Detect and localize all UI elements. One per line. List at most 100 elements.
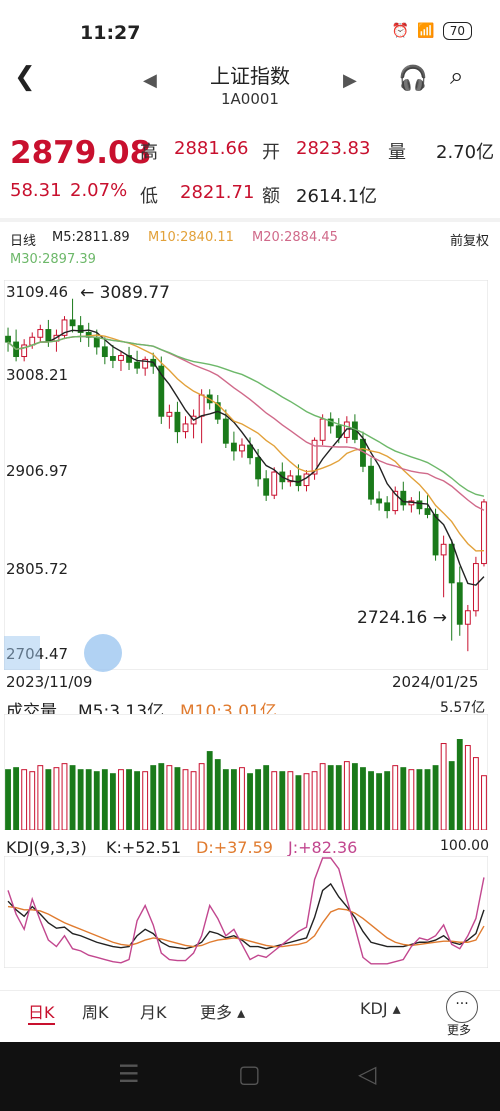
volume-bar: [311, 771, 318, 830]
axis-tick-3: 2906.97: [6, 462, 69, 480]
tab-month-k[interactable]: 月K: [140, 999, 167, 1023]
caret-up-icon: ▴: [237, 1003, 246, 1022]
volume-frame: [4, 714, 488, 830]
volume-bar: [77, 769, 84, 830]
volume-label: 量: [388, 142, 406, 163]
axis-tick-2: 3008.21: [6, 366, 69, 384]
volume-bar: [190, 771, 197, 830]
candle-down: [45, 329, 52, 342]
volume-bar: [255, 769, 262, 830]
battery-icon: 70: [442, 22, 472, 40]
volume-bar: [109, 773, 116, 830]
max-value: 3089.77: [99, 283, 170, 303]
candle-down: [101, 346, 108, 358]
volume-value: 2.70亿: [436, 142, 495, 163]
volume-bar: [295, 775, 302, 830]
volume-bar: [416, 769, 423, 830]
volume-bar: [239, 767, 245, 830]
price-change: 58.31: [10, 180, 62, 201]
expand-icon[interactable]: [84, 634, 122, 672]
volume-bar: [456, 739, 463, 830]
kdj-max: 100.00: [440, 838, 489, 854]
volume-bar: [448, 761, 455, 830]
header: ❮ ◀ 上证指数 1A0001 ▶ 🎧 ⌕: [0, 52, 500, 112]
candle-up: [464, 610, 471, 625]
candle-down: [335, 425, 342, 438]
volume-bar: [247, 773, 253, 830]
stock-code: 1A0001: [221, 90, 279, 108]
back-icon[interactable]: ◁: [358, 1060, 376, 1088]
candle-up: [166, 411, 173, 417]
volume-chart[interactable]: [4, 714, 488, 830]
ma10-label: M10:2840.11: [148, 230, 234, 245]
volume-bar: [174, 767, 181, 830]
ma5-label: M5:2811.89: [52, 230, 130, 245]
candle-up: [440, 543, 447, 556]
candle-down: [432, 513, 439, 556]
ma30-label: M30:2897.39: [10, 252, 96, 267]
volume-bar: [13, 767, 20, 830]
volume-bar: [335, 765, 342, 830]
system-nav-bar: ☰ ▢ ◁: [0, 1042, 500, 1111]
volume-bar: [368, 771, 374, 830]
candle-down: [222, 418, 229, 444]
kdj-d: D:+37.59: [196, 838, 273, 857]
date-start: 2023/11/09: [6, 673, 93, 691]
period-label[interactable]: 日线: [10, 230, 36, 249]
volume-bar: [230, 769, 237, 830]
more-icon[interactable]: ···: [446, 991, 478, 1023]
candle-up: [481, 501, 487, 565]
menu-icon[interactable]: ☰: [118, 1060, 140, 1088]
volume-bar: [376, 773, 383, 830]
tab-more-label: 更多: [200, 1003, 233, 1022]
candle-up: [182, 423, 189, 433]
candle-down: [400, 490, 407, 506]
volume-bar: [464, 745, 471, 830]
amount-value: 2614.1亿: [296, 186, 377, 207]
volume-bar: [472, 757, 479, 830]
volume-bar: [93, 771, 100, 830]
candle-down: [93, 336, 100, 348]
candle-up: [118, 355, 124, 361]
candle-down: [247, 444, 253, 459]
volume-bar: [29, 771, 36, 830]
candle-down: [230, 442, 237, 452]
volume-bar: [384, 771, 391, 830]
volume-bar: [319, 763, 326, 830]
candle-down: [255, 457, 262, 480]
candle-down: [384, 502, 391, 512]
candle-down: [368, 465, 374, 500]
next-stock-icon[interactable]: ▶: [343, 70, 357, 91]
caret-up-icon: ▴: [392, 999, 401, 1018]
customer-service-icon[interactable]: 🎧: [398, 64, 428, 92]
kdj-chart[interactable]: [4, 856, 488, 968]
volume-bar: [118, 769, 124, 830]
tab-more[interactable]: 更多 ▴: [200, 999, 245, 1023]
kdj-title[interactable]: KDJ(9,3,3): [6, 838, 87, 857]
divider: [0, 218, 500, 222]
crosshair-handle[interactable]: [4, 636, 40, 670]
tab-week-k[interactable]: 周K: [82, 999, 109, 1023]
period-tabs: 日K 周K 月K 更多 ▴ KDJ ▴ ··· 更多: [0, 990, 500, 1041]
candle-down: [134, 361, 141, 369]
candle-down: [5, 335, 11, 343]
more-label[interactable]: 更多: [447, 1021, 471, 1038]
volume-bar: [206, 751, 213, 830]
volume-bar: [271, 771, 278, 830]
adjust-toggle[interactable]: 前复权: [450, 230, 489, 249]
tab-indicator[interactable]: KDJ ▴: [360, 999, 401, 1018]
volume-bar: [214, 759, 221, 830]
search-icon[interactable]: ⌕: [450, 62, 463, 90]
home-icon[interactable]: ▢: [238, 1060, 261, 1088]
volume-bar: [126, 769, 132, 830]
candle-up: [319, 418, 326, 441]
kdj-j: J:+82.36: [288, 838, 358, 857]
tab-day-k[interactable]: 日K: [28, 999, 55, 1025]
candle-down: [416, 500, 423, 510]
volume-bar: [424, 769, 431, 830]
open-label: 开: [262, 142, 280, 163]
amount-label: 额: [262, 186, 280, 207]
ma20-label: M20:2884.45: [252, 230, 338, 245]
tab-indicator-label: KDJ: [360, 999, 388, 1018]
candle-up: [198, 394, 205, 417]
